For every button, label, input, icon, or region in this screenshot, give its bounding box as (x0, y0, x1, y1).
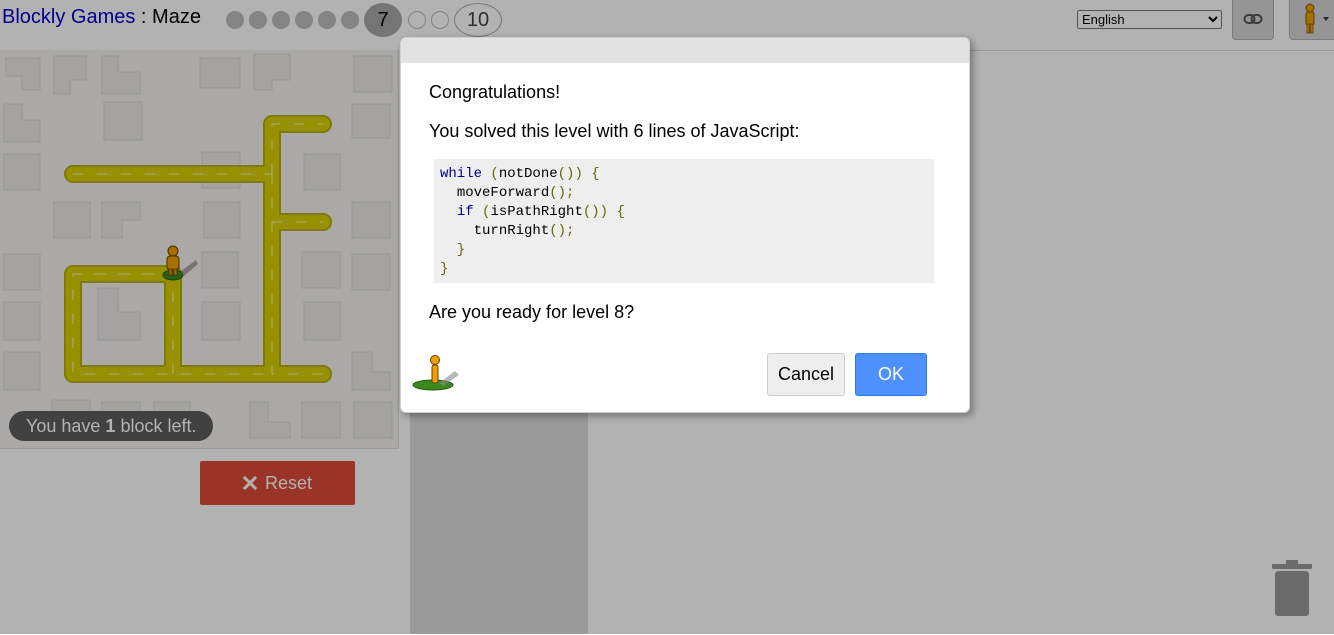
dialog-heading: Congratulations! (429, 82, 561, 102)
cancel-button[interactable]: Cancel (767, 353, 845, 396)
congratulations-dialog: Congratulations! You solved this level w… (400, 37, 970, 413)
pegman-goal-icon (412, 355, 459, 391)
code-line-4: turnRight(); (473, 223, 575, 239)
code-line-3: if (isPathRight()) { (456, 204, 625, 220)
dialog-solved-text: You solved this level with 6 lines of Ja… (429, 121, 800, 141)
code-line-6: } (440, 261, 449, 277)
next-level-prompt: Are you ready for level 8? (429, 302, 635, 322)
dialog-titlebar[interactable] (401, 38, 969, 63)
ok-button[interactable]: OK (855, 353, 927, 396)
code-block: while (notDone()) { moveForward(); if (i… (434, 159, 934, 283)
code-line-2: moveForward(); (456, 185, 575, 201)
code-line-5: } (440, 242, 466, 258)
code-line-1: while (notDone()) { (440, 166, 600, 182)
